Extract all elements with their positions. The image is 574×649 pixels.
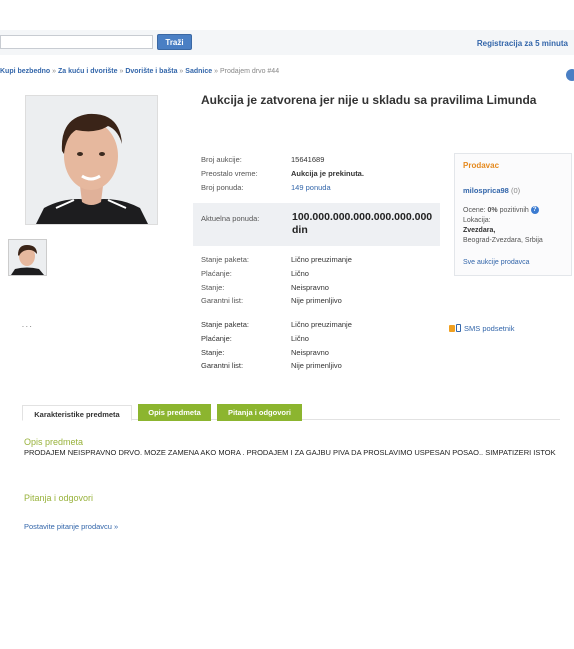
tab-questions[interactable]: Pitanja i odgovori [217,404,302,421]
tab-description[interactable]: Opis predmeta [138,404,211,421]
sms-reminder-link[interactable]: SMS podsetnik [449,324,514,333]
info-icon[interactable]: ? [530,206,539,215]
product-photo[interactable] [25,95,158,225]
search-input[interactable] [0,35,153,49]
current-bid-label: Aktuelna ponuda: [201,214,260,223]
detail-value: Lično preuzimanje [291,320,352,329]
detail-value: Neispravno [291,283,329,292]
detail-row: Stanje: Neispravno [201,348,329,357]
breadcrumb-separator: » [52,68,57,75]
bids-link[interactable]: 149 ponuda [291,183,331,192]
tab-characteristics[interactable]: Karakteristike predmeta [22,405,132,421]
detail-value: Lično [291,269,309,278]
scroll-button[interactable] [566,69,574,81]
breadcrumb-separator: » [179,68,184,75]
seller-heading: Prodavac [463,161,500,170]
breadcrumb-separator: » [214,68,218,75]
breadcrumb: Kupi bezbedno » Za kuću i dvorište » Dvo… [0,68,279,75]
rating-suffix: pozitivnih [499,207,529,214]
detail-value: Lično preuzimanje [291,255,352,264]
listing-title: Aukcija je zatvorena jer nije u skladu s… [201,93,537,107]
auction-number-row: Broj aukcije: 15641689 [201,155,324,164]
person-thumbnail-image [9,240,46,275]
detail-value: Lično [291,334,309,343]
detail-row: Plaćanje: Lično [201,269,309,278]
detail-row: Stanje: Neispravno [201,283,329,292]
breadcrumb-item[interactable]: Kupi bezbedno [0,68,50,75]
detail-value: Nije primenljivo [291,296,342,305]
person-portrait-image [26,96,157,224]
phone-icon [456,324,461,332]
seller-rating-count[interactable]: (0) [511,186,520,195]
description-text: PRODAJEM NEISPRAVNO DRVO. MOZE ZAMENA AK… [24,448,556,457]
seller-name-row: milosprica98 (0) [463,186,520,195]
detail-row: Garantni list: Nije primenljivo [201,296,342,305]
detail-row: Stanje paketa: Lično preuzimanje [201,255,352,264]
detail-label: Stanje: [201,283,225,292]
detail-label: Plaćanje: [201,269,232,278]
all-auctions-link[interactable]: Sve aukcije prodavca [463,258,530,267]
breadcrumb-item[interactable]: Dvorište i bašta [125,68,177,75]
seller-name-link[interactable]: milosprica98 [463,186,509,195]
remaining-time-value: Aukcija je prekinuta. [291,169,364,178]
breadcrumb-item[interactable]: Za kuću i dvorište [58,68,118,75]
sms-icon [449,325,455,332]
search-button[interactable]: Traži [157,34,192,50]
detail-label: Garantni list: [201,361,244,370]
detail-label: Stanje paketa: [201,320,249,329]
detail-row: Plaćanje: Lično [201,334,309,343]
detail-label: Stanje: [201,348,225,357]
product-thumbnail[interactable] [8,239,47,276]
dots-text: . . . [22,322,32,329]
current-bid-value: 100.000.000.000.000.000.000 din [292,211,433,236]
location-city: Zvezdara, [463,227,496,234]
detail-label: Plaćanje: [201,334,232,343]
detail-label: Stanje paketa: [201,255,249,264]
auction-number-label: Broj aukcije: [201,155,242,164]
detail-row: Stanje paketa: Lično preuzimanje [201,320,352,329]
location-full: Beograd-Zvezdara, Srbija [463,237,543,244]
seller-rating: Ocene: 0% pozitivnih ? [463,206,539,215]
location-label: Lokacija: [463,217,491,224]
qa-title: Pitanja i odgovori [24,493,94,503]
breadcrumb-separator: » [119,68,124,75]
sms-label: SMS podsetnik [464,324,515,333]
remaining-time-row: Preostalo vreme: Aukcija je prekinuta. [201,169,364,178]
rating-label: Ocene: [463,207,486,214]
remaining-time-label: Preostalo vreme: [201,169,258,178]
detail-value: Neispravno [291,348,329,357]
auction-number-value: 15641689 [291,155,325,164]
rating-percent: 0% [487,207,498,214]
breadcrumb-current: Prodajem drvo #44 [219,68,280,75]
register-link[interactable]: Registracija za 5 minuta [477,39,568,48]
detail-label: Garantni list: [201,296,244,305]
ask-seller-link[interactable]: Postavite pitanje prodavcu » [24,522,118,531]
description-title: Opis predmeta [24,437,84,447]
detail-value: Nije primenljivo [291,361,342,370]
bids-row: Broj ponuda: 149 ponuda [201,183,331,192]
bids-label: Broj ponuda: [201,183,244,192]
detail-row: Garantni list: Nije primenljivo [201,361,342,370]
breadcrumb-item[interactable]: Sadnice [185,68,212,75]
